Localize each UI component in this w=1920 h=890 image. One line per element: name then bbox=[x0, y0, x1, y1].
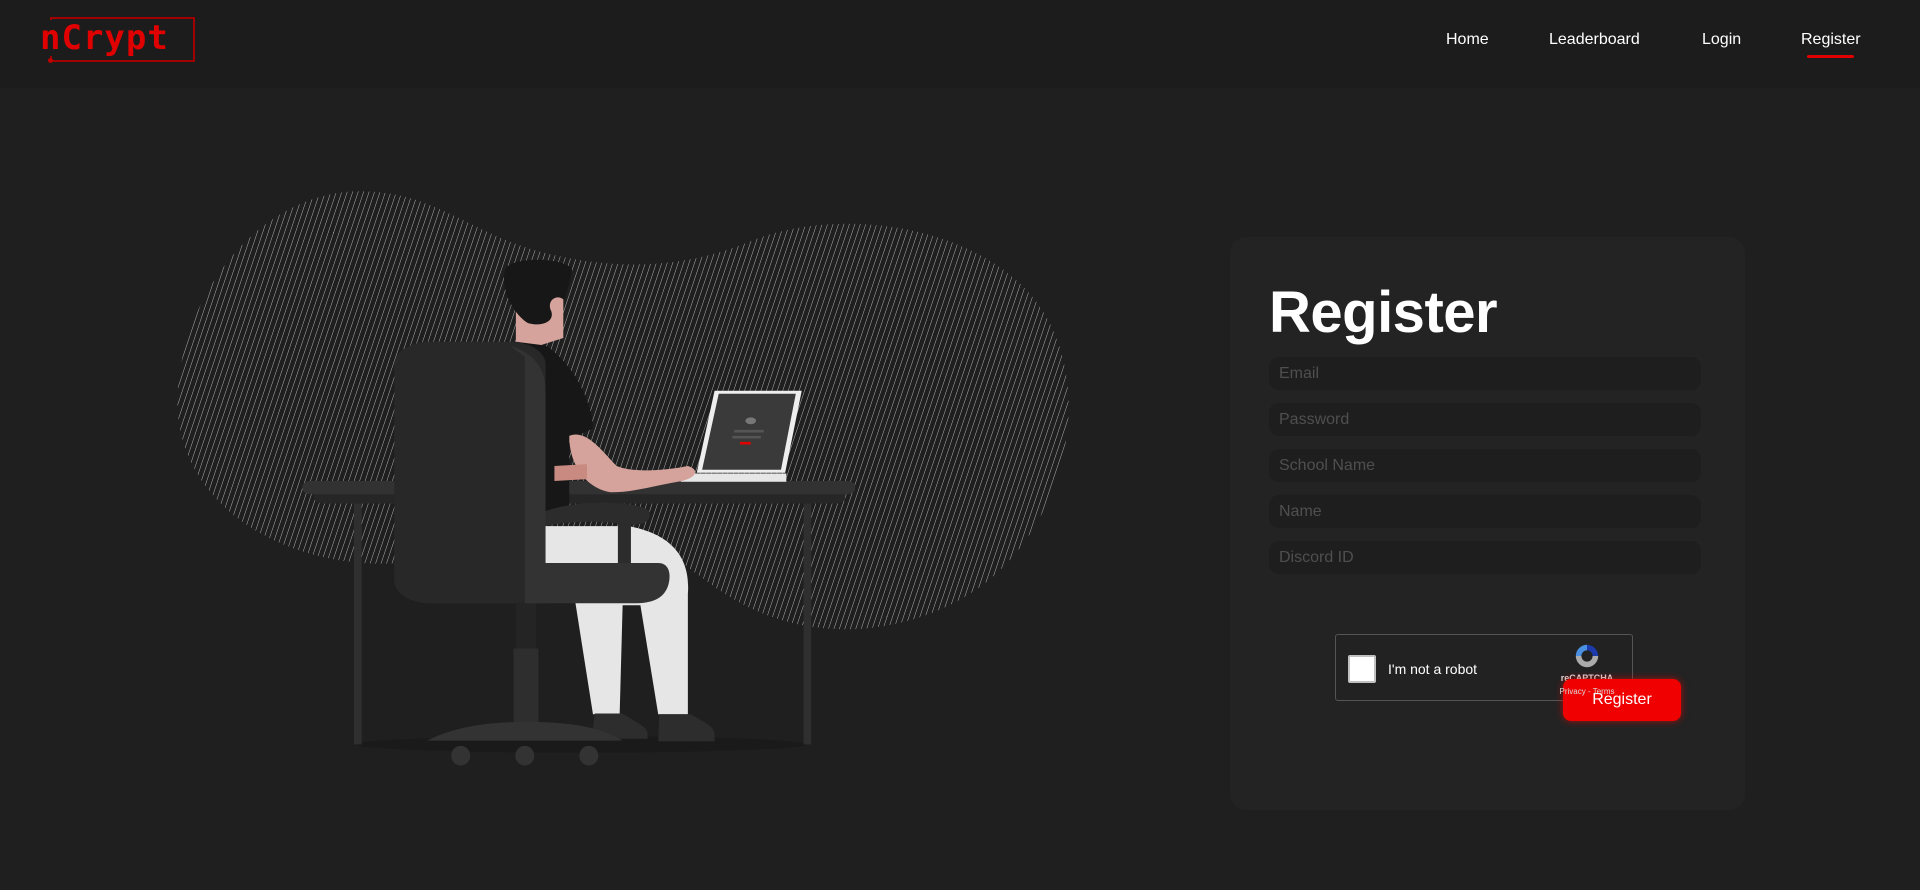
active-nav-underline bbox=[1807, 55, 1854, 58]
register-title: Register bbox=[1269, 280, 1498, 345]
discord-id-input[interactable] bbox=[1269, 541, 1701, 574]
top-navbar: nCrypt Home Leaderboard Login Register bbox=[0, 0, 1920, 88]
email-input[interactable] bbox=[1269, 357, 1701, 390]
desk-top bbox=[302, 481, 856, 495]
logo-text: nCrypt bbox=[40, 18, 171, 58]
nav-login[interactable]: Login bbox=[1702, 31, 1741, 49]
school-name-input[interactable] bbox=[1269, 449, 1701, 482]
nav-leaderboard[interactable]: Leaderboard bbox=[1549, 31, 1640, 49]
ncrypt-logo[interactable]: nCrypt bbox=[38, 16, 198, 64]
person-at-laptop-illustration bbox=[177, 191, 1069, 766]
nav-register[interactable]: Register bbox=[1801, 31, 1861, 49]
recaptcha-logo-icon bbox=[1575, 644, 1599, 668]
desk-leg-left bbox=[353, 496, 362, 745]
recaptcha-privacy-terms[interactable]: Privacy - Terms bbox=[1550, 686, 1624, 697]
desk-leg-right bbox=[803, 496, 812, 745]
register-card: Register I'm not a robot reCAPTCHA Priva… bbox=[1230, 237, 1745, 810]
recaptcha-widget: I'm not a robot reCAPTCHA Privacy - Term… bbox=[1335, 634, 1633, 701]
password-input[interactable] bbox=[1269, 403, 1701, 436]
recaptcha-label: I'm not a robot bbox=[1388, 661, 1478, 677]
nav-home[interactable]: Home bbox=[1446, 31, 1489, 49]
logo-dot bbox=[48, 58, 53, 63]
recaptcha-checkbox[interactable] bbox=[1348, 655, 1376, 683]
name-input[interactable] bbox=[1269, 495, 1701, 528]
